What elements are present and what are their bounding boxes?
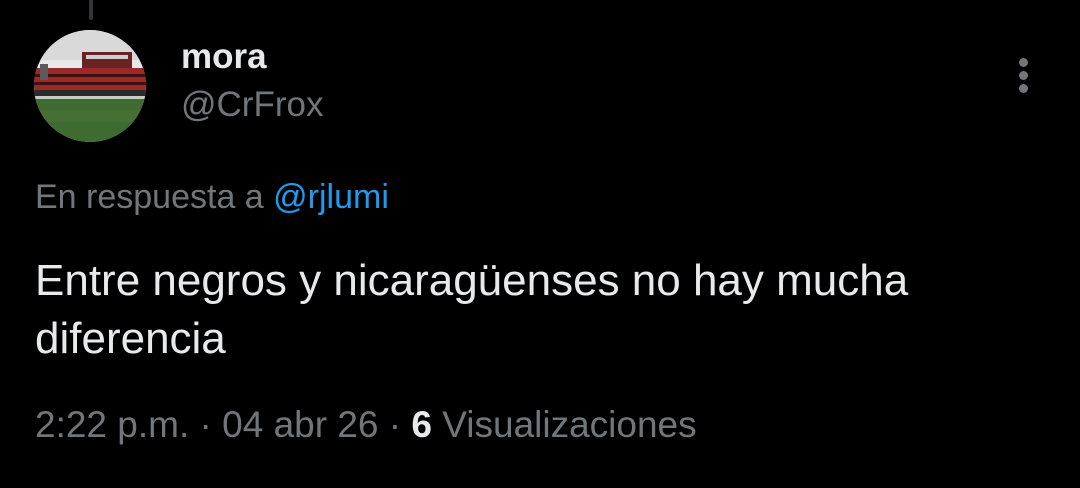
tweet-date-link[interactable]: 04 abr 26 (222, 404, 378, 445)
views-count: 6 (411, 404, 432, 445)
meta-separator: · (388, 404, 402, 445)
meta-separator: · (199, 404, 212, 445)
reply-context: En respuesta a @rjlumi (35, 176, 389, 218)
reply-prefix: En respuesta a (35, 178, 264, 216)
more-options-button[interactable] (1004, 52, 1044, 96)
more-vertical-icon-dot (1019, 84, 1028, 93)
more-vertical-icon (1019, 58, 1028, 67)
avatar[interactable] (34, 30, 146, 142)
views-label: Visualizaciones (442, 404, 697, 445)
author-handle[interactable]: @CrFrox (181, 84, 323, 126)
tweet-metadata: 2:22 p.m. · 04 abr 26 · 6 Visualizacione… (35, 402, 697, 448)
stadium-avatar-image (34, 30, 146, 142)
author-display-name[interactable]: mora (181, 36, 267, 78)
thread-connector-line (89, 0, 93, 20)
more-vertical-icon-dot (1019, 71, 1028, 80)
tweet-time-link[interactable]: 2:22 p.m. (35, 404, 189, 445)
tweet-text: Entre negros y nicaragüenses no hay much… (35, 256, 909, 363)
reply-to-handle-link[interactable]: @rjlumi (273, 178, 389, 216)
